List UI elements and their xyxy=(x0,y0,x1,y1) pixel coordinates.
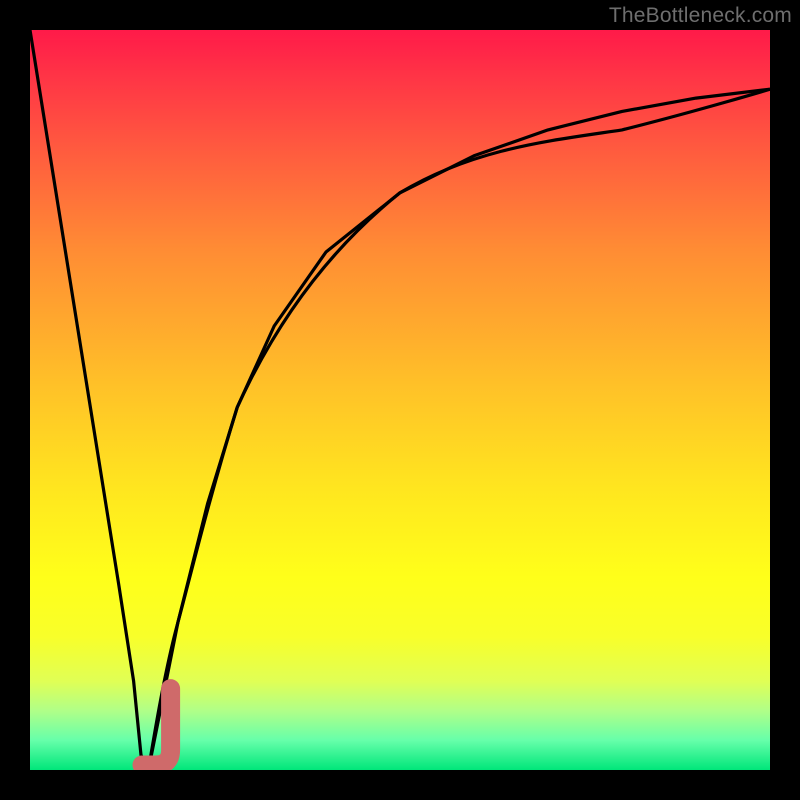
curve-right-branch-smooth xyxy=(148,89,770,770)
watermark-text: TheBottleneck.com xyxy=(609,4,792,28)
chart-svg xyxy=(30,30,770,770)
curve-left-branch xyxy=(30,30,148,770)
chart-frame: TheBottleneck.com xyxy=(0,0,800,800)
plot-area xyxy=(30,30,770,770)
curve-right-branch xyxy=(148,89,770,770)
